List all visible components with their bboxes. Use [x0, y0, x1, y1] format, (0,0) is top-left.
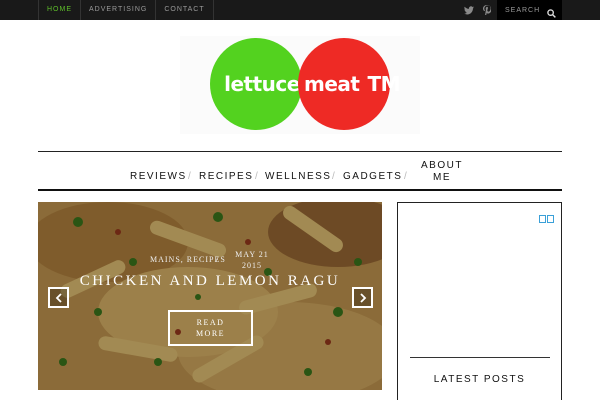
- featured-slider[interactable]: MAINS, RECIPES / MAY 21 2015 CHICKEN AND …: [38, 202, 382, 390]
- nav-item-gadgets[interactable]: GADGETS: [343, 171, 402, 182]
- meta-separator: /: [216, 255, 220, 264]
- twitter-icon[interactable]: [462, 0, 476, 20]
- image-overlay: [38, 202, 382, 390]
- top-nav-home[interactable]: HOME: [39, 0, 81, 20]
- pinterest-icon[interactable]: [480, 0, 494, 20]
- chevron-left-icon: [55, 292, 62, 303]
- logo-green-circle: lettuce: [210, 38, 302, 130]
- nav-item-about-me[interactable]: ABOUT ME: [418, 160, 466, 184]
- read-more-button[interactable]: READ MORE: [168, 310, 253, 346]
- logo-word-meat: meat TM: [304, 72, 401, 96]
- sidebar: LATEST POSTS: [397, 202, 562, 400]
- top-bar: HOME ADVERTISING CONTACT: [0, 0, 600, 20]
- chevron-right-icon: [359, 292, 366, 303]
- nav-separator: /: [255, 171, 258, 182]
- nav-item-reviews[interactable]: REVIEWS: [130, 171, 187, 182]
- top-nav: HOME ADVERTISING CONTACT: [38, 0, 214, 20]
- search-icon[interactable]: [547, 5, 556, 23]
- top-nav-advertising[interactable]: ADVERTISING: [81, 0, 157, 20]
- nav-separator: /: [332, 171, 335, 182]
- slider-next-button[interactable]: [352, 287, 373, 308]
- post-categories[interactable]: MAINS, RECIPES: [150, 255, 226, 264]
- top-nav-contact[interactable]: CONTACT: [156, 0, 214, 20]
- latest-posts-heading: LATEST POSTS: [433, 374, 526, 385]
- search-input[interactable]: [505, 6, 545, 14]
- nav-item-recipes[interactable]: RECIPES: [199, 171, 253, 182]
- site-logo[interactable]: lettuce meat TM: [180, 36, 420, 134]
- logo-word-lettuce: lettuce: [224, 72, 300, 96]
- slider-prev-button[interactable]: [48, 287, 69, 308]
- post-date: MAY 21 2015: [235, 250, 269, 270]
- nav-item-wellness[interactable]: WELLNESS: [265, 171, 331, 182]
- logo-trademark: TM: [367, 72, 401, 96]
- adchoices-icon[interactable]: [539, 215, 555, 223]
- nav-separator: /: [188, 171, 191, 182]
- main-nav: REVIEWS / RECIPES / WELLNESS / GADGETS /…: [38, 151, 562, 191]
- sidebar-divider: [410, 357, 550, 358]
- search-box: [497, 0, 562, 20]
- post-title[interactable]: CHICKEN AND LEMON RAGU: [38, 273, 382, 290]
- logo-red-circle: meat TM: [298, 38, 401, 130]
- nav-separator: /: [404, 171, 407, 182]
